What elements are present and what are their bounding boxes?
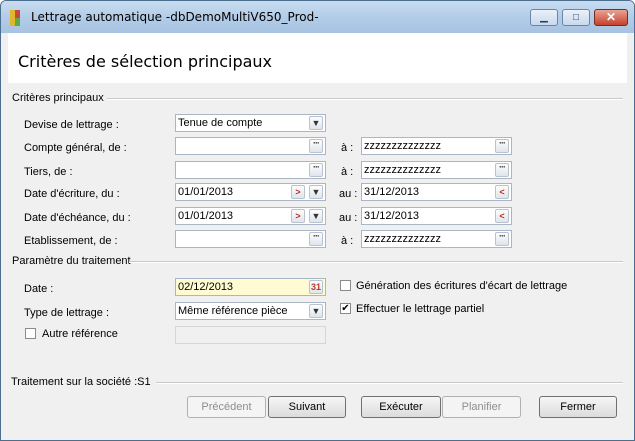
tiers-to-input[interactable]: zzzzzzzzzzzzzz ··· [361, 161, 512, 179]
tiers-to-lookup-icon[interactable]: ··· [495, 163, 509, 177]
window-title: Lettrage automatique -dbDemoMultiV650_Pr… [31, 10, 319, 24]
maximize-icon: □ [572, 12, 580, 23]
date-ecriture-label: Date d'écriture, du : [24, 188, 120, 200]
devise-value: Tenue de compte [178, 117, 263, 129]
date-echeance-label: Date d'échéance, du : [24, 212, 131, 224]
close-icon: ✕ [605, 10, 617, 24]
type-lettrage-label: Type de lettrage : [24, 307, 109, 319]
page-title: Critères de sélection principaux [18, 52, 273, 71]
main-window: Lettrage automatique -dbDemoMultiV650_Pr… [0, 0, 635, 441]
etablissement-to-label: à : [341, 235, 354, 247]
precedent-button[interactable]: Précédent [187, 396, 266, 418]
chevron-right-icon[interactable]: > [291, 185, 305, 199]
traitement-date-value: 02/12/2013 [178, 281, 234, 293]
criteria-section-label: Critères principaux [12, 92, 104, 104]
compte-to-lookup-icon[interactable]: ··· [495, 139, 509, 153]
date-echeance-from-value: 01/01/2013 [178, 210, 234, 222]
tiers-to-value: zzzzzzzzzzzzzz [364, 164, 441, 176]
executer-button[interactable]: Exécuter [361, 396, 441, 418]
tiers-label: Tiers, de : [24, 166, 73, 178]
compte-label: Compte général, de : [24, 142, 127, 154]
compte-to-input[interactable]: zzzzzzzzzzzzzz ··· [361, 137, 512, 155]
etablissement-from-lookup-icon[interactable]: ··· [309, 232, 323, 246]
maximize-button[interactable]: □ [562, 9, 590, 26]
compte-to-label: à : [341, 142, 354, 154]
generation-ecart-label: Génération des écritures d'écart de lett… [356, 280, 568, 292]
date-ecriture-from-value: 01/01/2013 [178, 186, 234, 198]
etablissement-to-lookup-icon[interactable]: ··· [495, 232, 509, 246]
planifier-button[interactable]: Planifier [442, 396, 521, 418]
date-ecriture-to-label: au : [339, 188, 358, 200]
date-echeance-from-input[interactable]: 01/01/2013 > ▼ [175, 207, 326, 225]
societe-label: Traitement sur la société :S1 [11, 376, 151, 388]
chevron-down-icon[interactable]: ▼ [309, 185, 323, 199]
fermer-button[interactable]: Fermer [539, 396, 617, 418]
chevron-left-icon[interactable]: < [495, 185, 509, 199]
footer-divider [156, 382, 623, 384]
tiers-from-input[interactable]: ··· [175, 161, 326, 179]
autre-reference-label: Autre référence [42, 328, 118, 340]
checkmark-icon: ✔ [341, 303, 350, 314]
generation-ecart-checkbox[interactable] [340, 280, 351, 291]
tiers-to-label: à : [341, 166, 354, 178]
traitement-date-input[interactable]: 02/12/2013 31 [175, 278, 326, 296]
etablissement-to-input[interactable]: zzzzzzzzzzzzzz ··· [361, 230, 512, 248]
chevron-down-icon[interactable]: ▼ [309, 209, 323, 223]
minimize-icon: ▁ [540, 12, 548, 23]
suivant-button[interactable]: Suivant [268, 396, 346, 418]
criteria-section-divider [107, 98, 623, 100]
devise-select[interactable]: Tenue de compte ▼ [175, 114, 326, 132]
traitement-date-label: Date : [24, 283, 54, 295]
lettrage-partiel-label: Effectuer le lettrage partiel [356, 303, 485, 315]
chevron-down-icon[interactable]: ▼ [309, 304, 323, 318]
tiers-from-lookup-icon[interactable]: ··· [309, 163, 323, 177]
compte-from-input[interactable]: ··· [175, 137, 326, 155]
autre-reference-checkbox[interactable] [25, 328, 36, 339]
etablissement-from-input[interactable]: ··· [175, 230, 326, 248]
devise-label: Devise de lettrage : [24, 119, 119, 131]
close-button[interactable]: ✕ [594, 9, 628, 26]
date-echeance-to-input[interactable]: 31/12/2013 < [361, 207, 512, 225]
lettrage-partiel-checkbox[interactable]: ✔ [340, 303, 351, 314]
chevron-left-icon[interactable]: < [495, 209, 509, 223]
compte-from-lookup-icon[interactable]: ··· [309, 139, 323, 153]
etablissement-to-value: zzzzzzzzzzzzzz [364, 233, 441, 245]
minimize-button[interactable]: ▁ [530, 9, 558, 26]
autre-reference-input [175, 326, 326, 344]
calendar-icon[interactable]: 31 [309, 280, 323, 294]
traitement-section-label: Paramètre du traitement [12, 255, 131, 267]
app-colored-blocks-icon [10, 10, 24, 26]
etablissement-label: Etablissement, de : [24, 235, 118, 247]
chevron-down-icon[interactable]: ▼ [309, 116, 323, 130]
date-ecriture-from-input[interactable]: 01/01/2013 > ▼ [175, 183, 326, 201]
date-echeance-to-value: 31/12/2013 [364, 210, 420, 222]
date-ecriture-to-value: 31/12/2013 [364, 186, 420, 198]
chevron-right-icon[interactable]: > [291, 209, 305, 223]
header-panel: Critères de sélection principaux [8, 33, 627, 83]
date-echeance-to-label: au : [339, 212, 358, 224]
compte-to-value: zzzzzzzzzzzzzz [364, 140, 441, 152]
type-lettrage-select[interactable]: Même référence pièce ▼ [175, 302, 326, 320]
date-ecriture-to-input[interactable]: 31/12/2013 < [361, 183, 512, 201]
traitement-section-divider [129, 261, 623, 263]
type-lettrage-value: Même référence pièce [178, 305, 288, 317]
dialog-content: Critères de sélection principaux Critère… [8, 33, 627, 433]
title-bar[interactable]: Lettrage automatique -dbDemoMultiV650_Pr… [1, 1, 634, 33]
